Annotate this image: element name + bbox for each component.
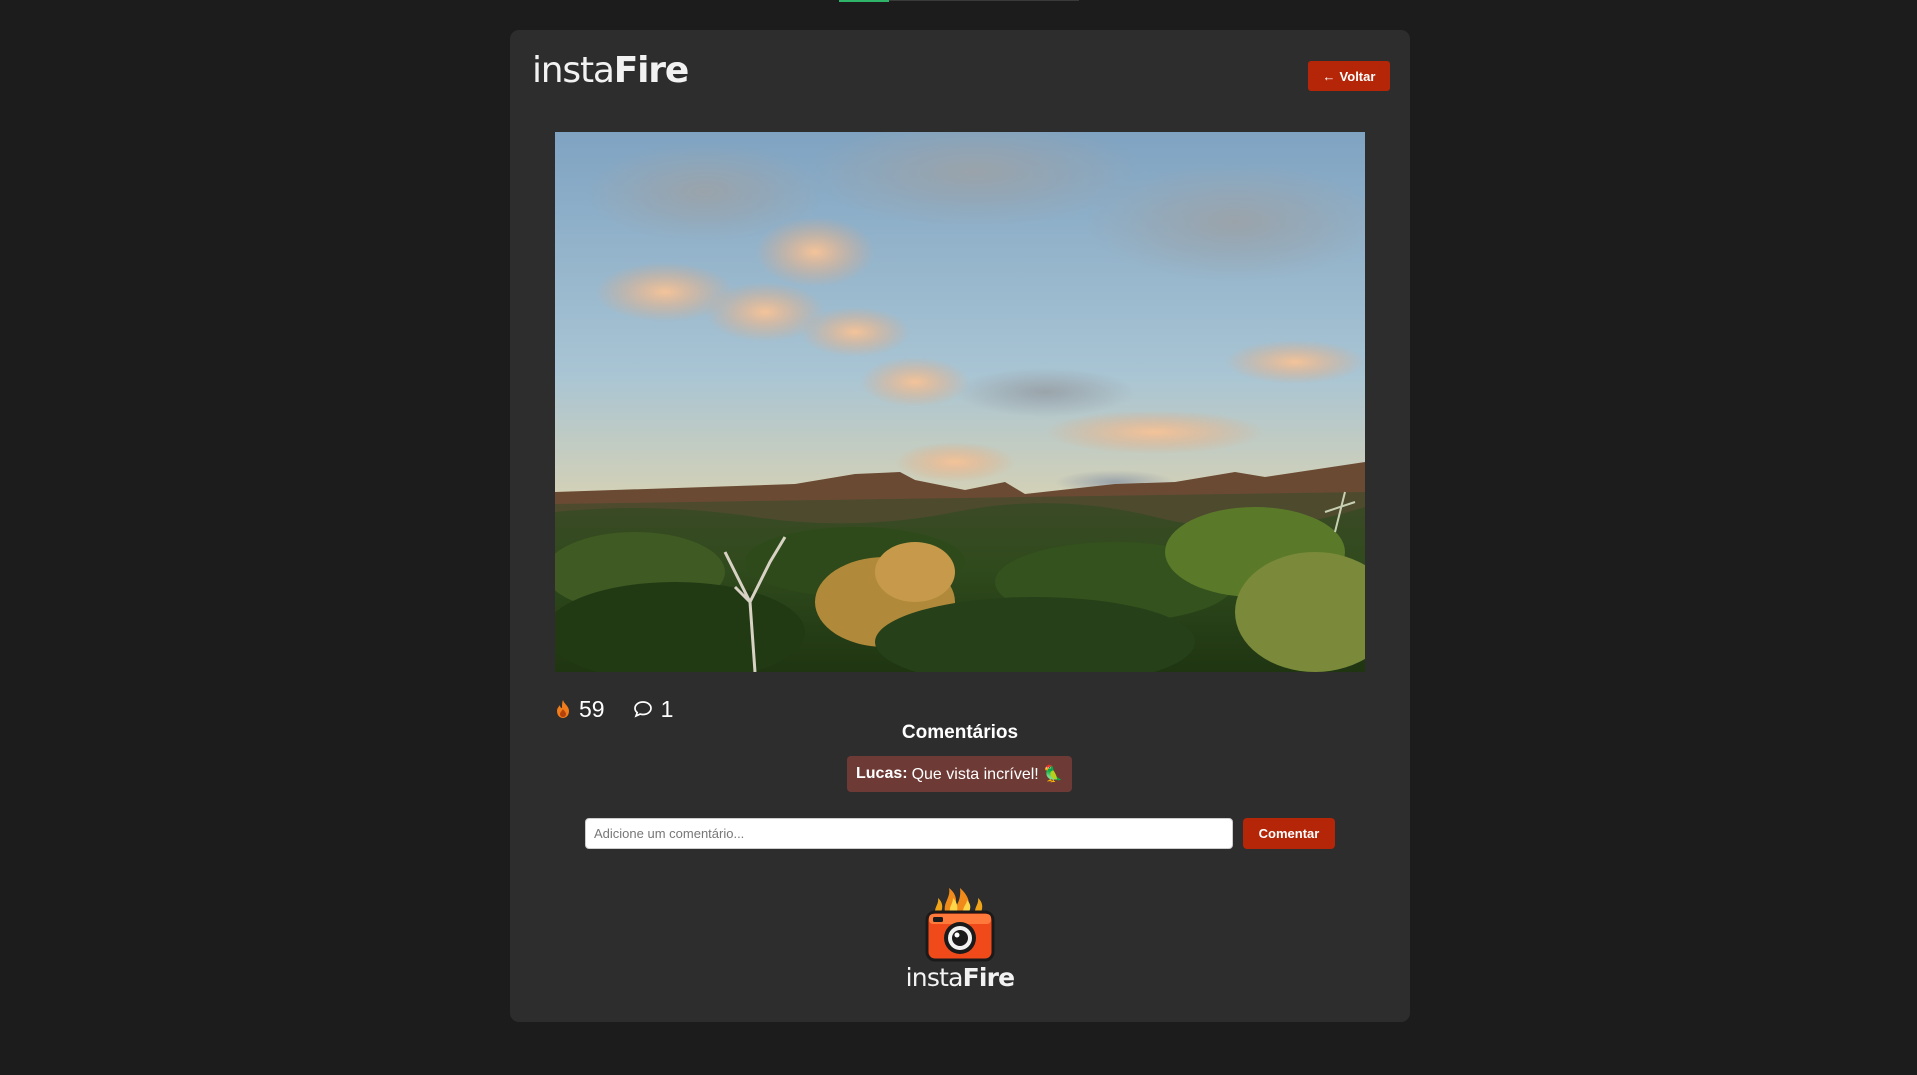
brand-text-insta: insta [532, 50, 615, 91]
top-progress-indicator [839, 0, 889, 2]
back-button[interactable]: ← Voltar [1308, 61, 1390, 91]
fire-icon [557, 700, 569, 718]
post-card: instaFire ← Voltar 59 1 Comentários Luca… [510, 30, 1410, 1022]
brand-logo[interactable]: instaFire [532, 50, 690, 91]
comment-input[interactable] [585, 818, 1233, 849]
brand-text-fire: Fire [613, 50, 690, 91]
likes-stat[interactable]: 59 [555, 696, 605, 723]
comment-author: Lucas: [856, 765, 908, 782]
footer-brand-text-fire: Fire [962, 963, 1016, 992]
back-button-label: Voltar [1339, 68, 1376, 84]
footer-brand-text-insta: insta [905, 963, 964, 992]
post-image [555, 132, 1365, 672]
camera-fire-logo-icon [925, 888, 995, 962]
submit-comment-button[interactable]: Comentar [1243, 818, 1335, 849]
comments-count: 1 [660, 695, 674, 722]
comments-stat[interactable]: 1 [633, 695, 674, 723]
post-stats: 59 1 [555, 694, 673, 724]
comments-title: Comentários [901, 722, 1019, 743]
comment-bubble-icon [633, 701, 652, 718]
arrow-left-icon: ← [1322, 68, 1336, 84]
comment-text: Que vista incrível! 🦜 [911, 766, 1064, 783]
footer-brand: instaFire [510, 963, 1410, 992]
likes-count: 59 [579, 695, 605, 722]
top-progress-track [889, 0, 1079, 1]
comment-item: Lucas: Que vista incrível! 🦜 [847, 756, 1073, 792]
